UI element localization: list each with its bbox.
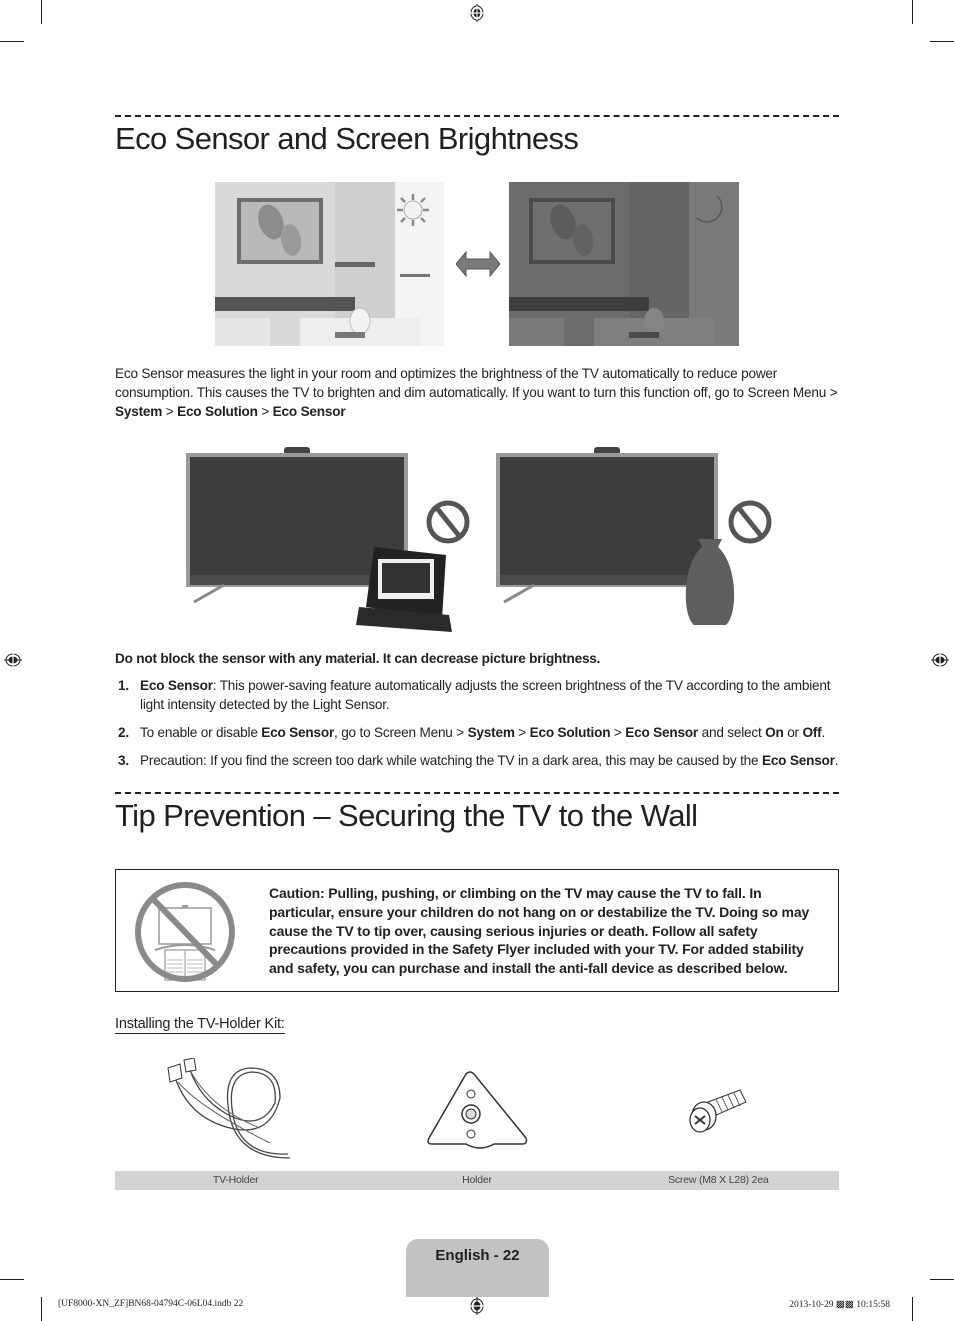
tv-blocked-by-vase-illustration <box>494 447 784 637</box>
eco-sensor-notes: 1. Eco Sensor: This power-saving feature … <box>115 676 839 779</box>
eco-sensor-intro: Eco Sensor measures the light in your ro… <box>115 366 838 419</box>
list-item: 1. Eco Sensor: This power-saving feature … <box>118 678 831 712</box>
kit-item-label: TV-Holder <box>212 1174 259 1186</box>
registration-mark-icon <box>469 1297 485 1315</box>
crop-mark <box>41 1297 42 1321</box>
no-climbing-tv-icon <box>135 882 235 982</box>
section-divider <box>115 792 839 794</box>
kit-item-label: Holder <box>462 1174 492 1186</box>
caution-text: Caution: Pulling, pushing, or climbing o… <box>269 885 810 977</box>
moon-icon <box>696 195 723 223</box>
crop-mark <box>0 1279 24 1280</box>
tv-holder-cable-icon <box>167 1058 291 1159</box>
registration-mark-icon <box>931 652 949 668</box>
print-timestamp: 2013-10-29 ▩▩ 10:15:58 <box>789 1300 890 1310</box>
registration-mark-icon <box>4 652 22 668</box>
crop-mark <box>912 1297 913 1321</box>
sun-icon <box>397 194 429 226</box>
crop-mark <box>912 0 913 24</box>
list-item: 3. Precaution: If you find the screen too… <box>118 753 839 768</box>
registration-mark-icon <box>469 4 485 22</box>
holder-bracket-icon <box>427 1071 528 1149</box>
file-info: [UF8000-XN_ZF]BN68-04794C-06L04.indb 22 <box>58 1299 244 1309</box>
double-arrow-icon <box>456 250 500 278</box>
page-number-tab: English - 22 <box>406 1239 549 1297</box>
kit-item-labels: TV-Holder Holder Screw (M8 X L28) 2ea <box>115 1171 839 1190</box>
sensor-warning: Do not block the sensor with any materia… <box>115 651 601 666</box>
kit-heading: Installing the TV-Holder Kit: <box>115 1016 285 1034</box>
caution-box: Caution: Pulling, pushing, or climbing o… <box>115 869 839 992</box>
menu-path-eco-sensor: Eco Sensor <box>272 404 346 419</box>
menu-path-system: System <box>115 404 163 419</box>
kit-item-label: Screw (M8 X L28) 2ea <box>668 1174 769 1186</box>
crop-mark <box>930 41 954 42</box>
menu-path-eco-solution: Eco Solution <box>177 404 258 419</box>
crop-mark <box>41 0 42 24</box>
list-item: 2. To enable or disable Eco Sensor, go to… <box>118 725 826 740</box>
crop-mark <box>930 1279 954 1280</box>
section-title-tip-prevention: Tip Prevention – Securing the TV to the … <box>115 798 698 833</box>
tv-blocked-by-frame-illustration <box>184 447 474 637</box>
section-divider <box>115 115 839 117</box>
section-title-eco-sensor: Eco Sensor and Screen Brightness <box>115 121 579 156</box>
screw-icon <box>689 1089 747 1133</box>
crop-mark <box>0 41 24 42</box>
bright-room-photo <box>215 182 444 346</box>
dark-room-photo <box>509 182 739 346</box>
